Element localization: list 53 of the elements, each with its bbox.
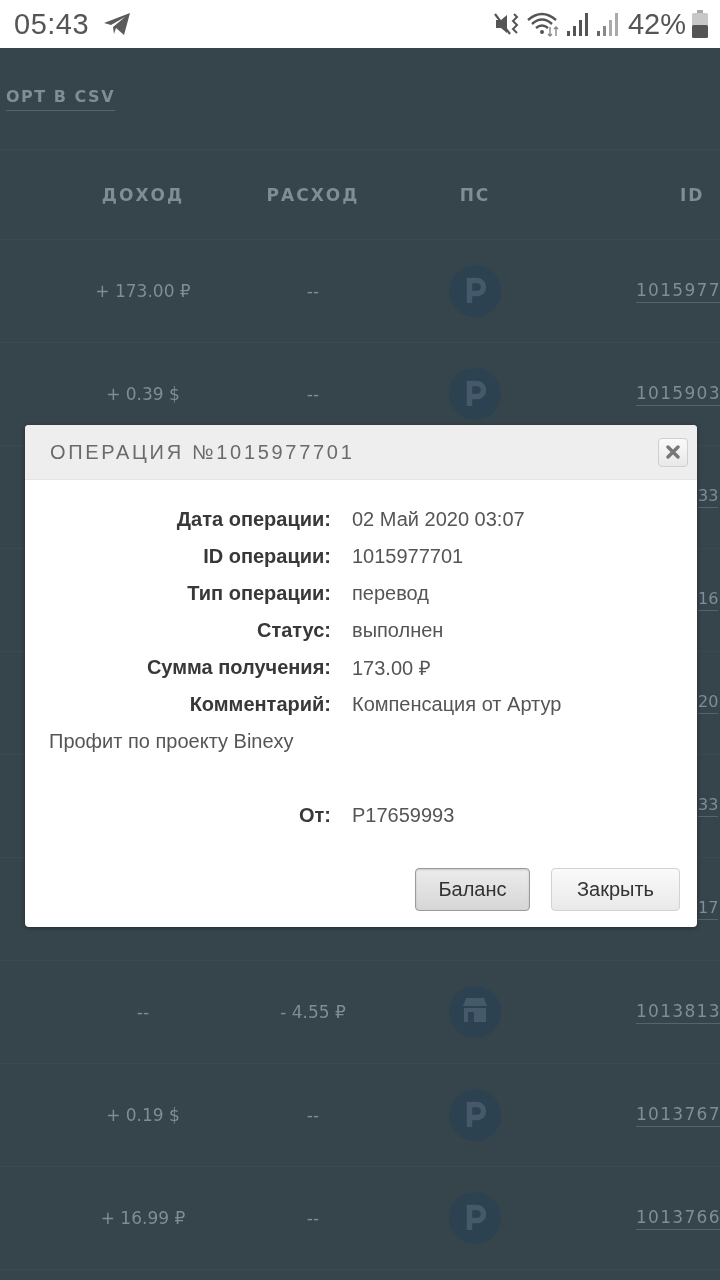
field-label: Сумма получения: [146, 656, 331, 679]
id-link[interactable]: 20 [698, 692, 719, 714]
expense-cell: -- [306, 281, 320, 301]
field-value: P17659993 [352, 804, 455, 827]
battery-icon [692, 10, 708, 38]
id-link[interactable]: 16 [698, 589, 719, 611]
field-value: 02 Май 2020 03:07 [352, 508, 525, 531]
expense-cell: -- [306, 1208, 320, 1228]
field-value: 173.00 ₽ [352, 656, 431, 681]
income-cell: + 0.39 $ [106, 384, 180, 404]
balance-button[interactable]: Баланс [415, 868, 530, 911]
income-cell: + 173.00 ₽ [95, 281, 191, 301]
mute-vibrate-icon [493, 11, 520, 37]
id-link[interactable]: 1013813 [636, 1000, 720, 1024]
clock-time: 05:43 [14, 7, 90, 41]
income-cell: -- [136, 1002, 150, 1022]
field-label: Комментарий: [189, 693, 331, 716]
close-dialog-button[interactable]: Закрыть [551, 868, 680, 911]
signal-icon [595, 12, 620, 36]
field-value: выполнен [352, 619, 444, 642]
close-icon [666, 445, 680, 459]
column-header: ДОХОД [101, 184, 185, 205]
field-label: Дата операции: [176, 508, 331, 531]
field-label: От: [299, 804, 331, 827]
field-label: ID операции: [203, 545, 331, 568]
id-link[interactable]: 33 [698, 795, 719, 817]
signal-icon [565, 12, 590, 36]
column-header: ID [680, 184, 705, 205]
field-value: 1015977701 [352, 545, 464, 568]
expense-cell: -- [306, 1105, 320, 1125]
wifi-icon [525, 11, 560, 37]
close-button[interactable] [658, 437, 688, 467]
column-header: ПС [459, 184, 491, 205]
id-link[interactable]: 1013767 [636, 1103, 720, 1127]
field-value: перевод [352, 582, 429, 605]
column-header: РАСХОД [266, 184, 360, 205]
comment-text: Профит по проекту Binexy [49, 729, 294, 754]
dialog-title: ОПЕРАЦИЯ №1015977701 [50, 440, 355, 464]
export-link[interactable]: ОРТ В CSV [6, 86, 116, 111]
expense-cell: -- [306, 384, 320, 404]
battery-percent: 42% [627, 7, 686, 41]
id-link[interactable]: 1015903 [636, 382, 720, 406]
id-link[interactable]: 17 [698, 898, 719, 920]
id-link[interactable]: 33 [698, 486, 719, 508]
income-cell: + 16.99 ₽ [100, 1208, 186, 1228]
expense-cell: - 4.55 ₽ [280, 1002, 346, 1022]
field-label: Тип операции: [187, 582, 331, 605]
field-value: Компенсация от Артур [352, 693, 562, 716]
income-cell: + 0.19 $ [106, 1105, 180, 1125]
id-link[interactable]: 1015977 [636, 279, 720, 303]
paper-plane-icon [103, 12, 132, 36]
field-label: Статус: [256, 619, 331, 642]
id-link[interactable]: 1013766 [636, 1206, 720, 1230]
